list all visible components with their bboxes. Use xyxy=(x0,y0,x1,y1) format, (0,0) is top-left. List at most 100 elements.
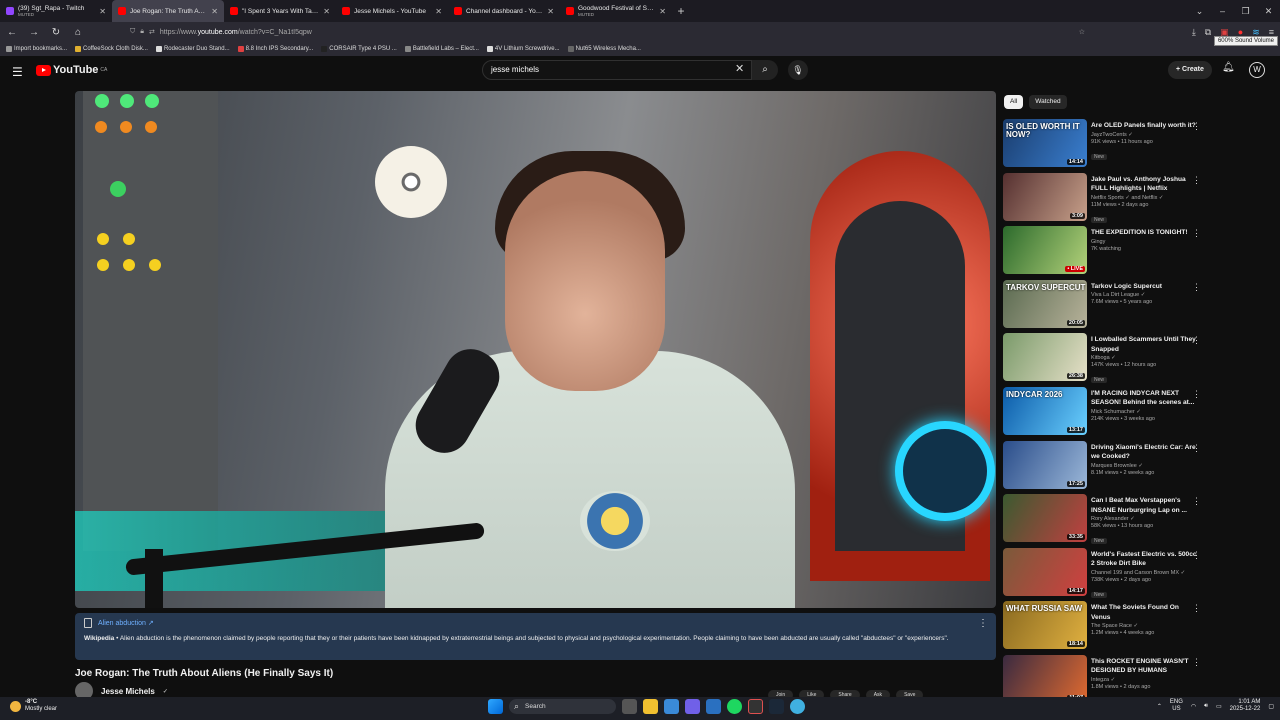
recommended-video-title[interactable]: THE EXPEDITION IS TONIGHT! xyxy=(1091,228,1197,238)
recommended-video[interactable]: 26:38 I Lowballed Scammers Until They Sn… xyxy=(1003,333,1213,384)
back-icon[interactable]: ← xyxy=(6,27,18,38)
recommended-video-title[interactable]: Driving Xiaomi's Electric Car: Are we Co… xyxy=(1091,443,1197,462)
close-tab-icon[interactable]: ✕ xyxy=(435,7,442,16)
recommended-video-title[interactable]: Are OLED Panels finally worth it? xyxy=(1091,121,1197,131)
wifi-icon[interactable]: ◠ xyxy=(1191,703,1196,710)
recommended-channel[interactable]: Mick Schumacher ✓ xyxy=(1091,409,1197,415)
recommended-video-title[interactable]: I'M RACING INDYCAR NEXT SEASON! Behind t… xyxy=(1091,389,1197,408)
recommended-video[interactable]: • LIVE THE EXPEDITION IS TONIGHT! Gingy … xyxy=(1003,226,1213,277)
tab-list-icon[interactable]: ⌄ xyxy=(1188,0,1211,22)
create-button[interactable]: + Create xyxy=(1168,61,1212,79)
recommended-channel[interactable]: Integza ✓ xyxy=(1091,677,1197,683)
bookmark-item[interactable]: Import bookmarks... xyxy=(6,46,67,52)
browser-icon[interactable] xyxy=(790,699,805,714)
recommended-channel[interactable]: Gingy xyxy=(1091,239,1197,245)
recommended-video[interactable]: 3:09 Jake Paul vs. Anthony Joshua FULL H… xyxy=(1003,172,1213,224)
recommended-channel[interactable]: Netflix Sports ✓ and Netflix ✓ xyxy=(1091,195,1197,201)
volume-icon[interactable]: 🔊︎ xyxy=(1204,703,1208,710)
close-tab-icon[interactable]: ✕ xyxy=(211,7,218,16)
recommended-channel[interactable]: Viva La Dirt League ✓ xyxy=(1091,292,1197,298)
video-thumbnail[interactable]: 3:09 xyxy=(1003,172,1087,221)
steam-icon[interactable] xyxy=(769,699,784,714)
video-thumbnail[interactable]: INDYCAR 2026 13:17 xyxy=(1003,386,1087,435)
file-explorer-icon[interactable] xyxy=(643,699,658,714)
browser-tab[interactable]: Jesse Michels - YouTube ✕ xyxy=(336,0,448,22)
task-view-icon[interactable] xyxy=(622,699,637,714)
search-button[interactable]: ⌕ xyxy=(752,60,778,80)
more-options-icon[interactable]: ⋮ xyxy=(1192,121,1201,132)
recommended-video[interactable]: IS OLED WORTH IT NOW? 14:14 Are OLED Pan… xyxy=(1003,119,1213,170)
close-window-button[interactable]: ✕ xyxy=(1257,0,1280,22)
forward-icon[interactable]: → xyxy=(28,27,40,38)
clock[interactable]: 1:01 AM 2025-12-22 xyxy=(1230,699,1261,713)
recommended-video-title[interactable]: What The Soviets Found On Venus xyxy=(1091,603,1197,622)
recommended-video-title[interactable]: I Lowballed Scammers Until They Snapped xyxy=(1091,335,1197,354)
recommended-video[interactable]: 33:35 Can I Beat Max Verstappen's INSANE… xyxy=(1003,494,1213,545)
bookmark-star-icon[interactable]: ☆ xyxy=(1079,28,1085,36)
video-thumbnail[interactable]: 33:35 xyxy=(1003,494,1087,543)
youtube-logo[interactable]: YouTube CA xyxy=(36,64,107,76)
browser-tab[interactable]: Goodwood Festival of Speed –MUTED ✕ xyxy=(560,0,672,22)
recommended-video-title[interactable]: Jake Paul vs. Anthony Joshua FULL Highli… xyxy=(1091,175,1197,194)
recommended-channel[interactable]: JayzTwoCents ✓ xyxy=(1091,132,1197,138)
discord-icon[interactable] xyxy=(685,699,700,714)
more-options-icon[interactable]: ⋮ xyxy=(1192,282,1201,293)
video-thumbnail[interactable]: 11:07 xyxy=(1003,654,1087,703)
recommended-video-title[interactable]: Tarkov Logic Supercut xyxy=(1091,282,1197,292)
voice-search-button[interactable]: 🎙︎ xyxy=(788,60,808,80)
recommended-channel[interactable]: Rory Alexander ✓ xyxy=(1091,516,1197,522)
taskbar-search[interactable]: Search xyxy=(509,699,616,714)
home-icon[interactable]: ⌂ xyxy=(72,27,84,38)
restore-button[interactable]: ❐ xyxy=(1234,0,1257,22)
recommended-video[interactable]: 17:25 Driving Xiaomi's Electric Car: Are… xyxy=(1003,440,1213,492)
video-thumbnail[interactable]: 14:17 xyxy=(1003,547,1087,596)
recommended-video-title[interactable]: Can I Beat Max Verstappen's INSANE Nurbu… xyxy=(1091,496,1197,515)
close-tab-icon[interactable]: ✕ xyxy=(659,7,666,16)
recommended-video[interactable]: 14:17 World's Fastest Electric vs. 500cc… xyxy=(1003,547,1213,599)
weather-widget[interactable]: -8°C Mostly clear xyxy=(10,699,57,713)
browser-tab[interactable]: (39) Sgt_Rapa - Twitch MUTED ✕ xyxy=(0,0,112,22)
video-player[interactable] xyxy=(75,91,996,608)
info-panel-link[interactable]: Alien abduction ↗ xyxy=(98,619,154,627)
recommended-channel[interactable]: Kitboga ✓ xyxy=(1091,355,1197,361)
recommended-video[interactable]: TARKOV SUPERCUT 20:05 Tarkov Logic Super… xyxy=(1003,279,1213,331)
minimize-button[interactable]: – xyxy=(1211,0,1234,22)
more-options-icon[interactable]: ⋮ xyxy=(978,618,988,629)
recommended-video-title[interactable]: This ROCKET ENGINE WASN'T DESIGNED BY HU… xyxy=(1091,657,1197,676)
extensions-icon[interactable]: ⧉ xyxy=(1205,27,1211,38)
bookmark-item[interactable]: Nut65 Wireless Mecha... xyxy=(567,46,641,52)
close-tab-icon[interactable]: ✕ xyxy=(547,7,554,16)
windows-start-icon[interactable] xyxy=(488,699,503,714)
more-options-icon[interactable]: ⋮ xyxy=(1192,335,1201,346)
bookmark-item[interactable]: CoffeeSock Cloth Disk... xyxy=(75,46,148,52)
video-thumbnail[interactable]: 17:25 xyxy=(1003,440,1087,489)
browser-tab[interactable]: Channel dashboard - YouTube S ✕ xyxy=(448,0,560,22)
mail-icon[interactable] xyxy=(706,699,721,714)
notification-icon[interactable]: ▢ xyxy=(1268,703,1274,710)
recommended-channel[interactable]: Marques Brownlee ✓ xyxy=(1091,463,1197,469)
more-options-icon[interactable]: ⋮ xyxy=(1192,550,1201,561)
tray-overflow-icon[interactable]: ⌃ xyxy=(1157,703,1162,710)
video-thumbnail[interactable]: WHAT RUSSIA SAW 18:14 xyxy=(1003,601,1087,650)
clear-search-icon[interactable]: ✕ xyxy=(735,62,744,75)
chip-watched[interactable]: Watched xyxy=(1029,95,1067,109)
search-input[interactable]: jesse michels xyxy=(482,60,752,80)
recommended-video-title[interactable]: World's Fastest Electric vs. 500cc 2 Str… xyxy=(1091,550,1197,569)
close-tab-icon[interactable]: ✕ xyxy=(99,7,106,16)
reload-icon[interactable]: ↻ xyxy=(50,27,62,38)
notifications-bell-icon[interactable]: 🔔︎ xyxy=(1222,62,1235,73)
recommended-video[interactable]: WHAT RUSSIA SAW 18:14 What The Soviets F… xyxy=(1003,601,1213,652)
chip-all[interactable]: All xyxy=(1004,95,1024,109)
spotify-icon[interactable] xyxy=(727,699,742,714)
new-tab-button[interactable]: + xyxy=(672,0,690,22)
hamburger-menu-icon[interactable]: ☰ xyxy=(12,65,23,79)
recommended-channel[interactable]: The Space Race ✓ xyxy=(1091,623,1197,629)
browser-tab[interactable]: Joe Rogan: The Truth About Ali ✕ xyxy=(112,0,224,22)
more-options-icon[interactable]: ⋮ xyxy=(1192,228,1201,239)
recommended-video[interactable]: INDYCAR 2026 13:17 I'M RACING INDYCAR NE… xyxy=(1003,386,1213,438)
bookmark-item[interactable]: CORSAIR Type 4 PSU ... xyxy=(321,46,397,52)
bookmark-item[interactable]: Rodecaster Duo Stand... xyxy=(155,46,230,52)
bookmark-item[interactable]: 4V Lithium Screwdrive... xyxy=(486,46,560,52)
more-options-icon[interactable]: ⋮ xyxy=(1192,603,1201,614)
video-thumbnail[interactable]: • LIVE xyxy=(1003,226,1087,275)
